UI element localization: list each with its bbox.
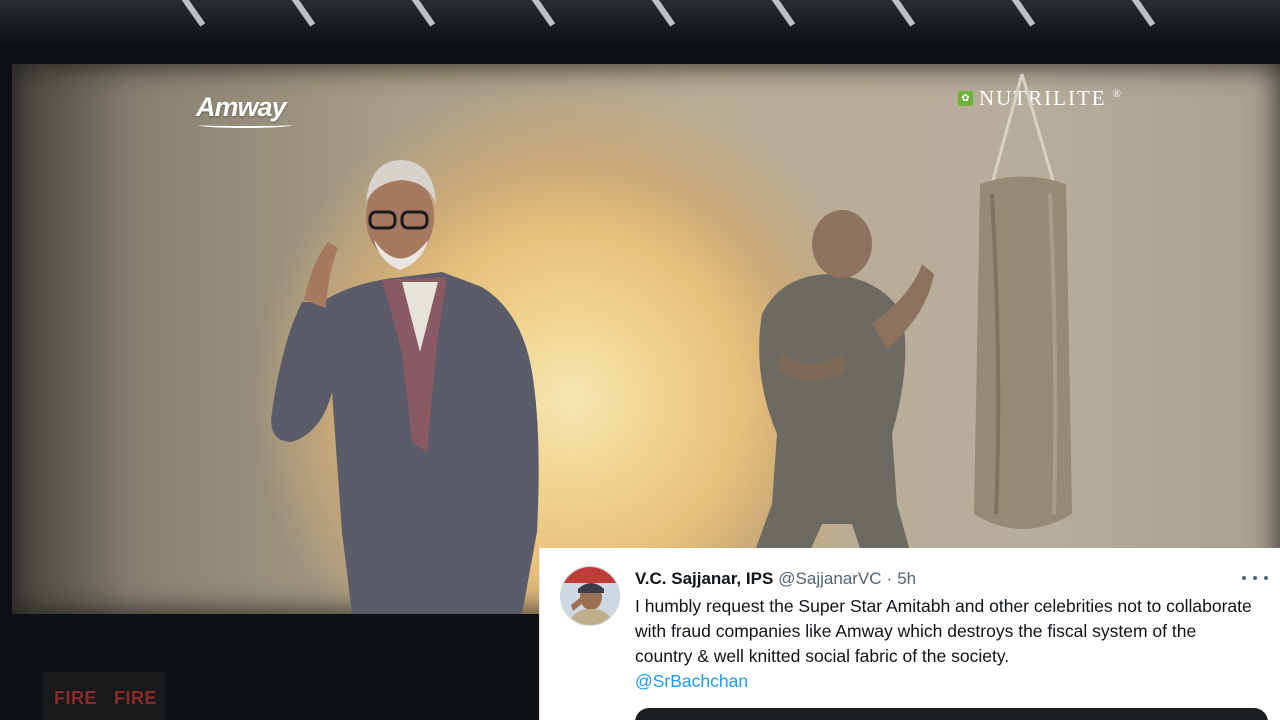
tweet-card[interactable]: V.C. Sajjanar, IPS @SajjanarVC · 5h I hu… <box>539 548 1280 720</box>
registered-mark: ® <box>1112 87 1121 100</box>
fire-sign-left: FIRE <box>54 688 98 708</box>
fire-sign-right: FIRE <box>114 688 158 708</box>
theatre-ceiling <box>0 0 1280 48</box>
more-options-icon[interactable] <box>1242 568 1268 588</box>
avatar[interactable] <box>560 566 620 626</box>
officer-avatar-image <box>561 567 619 625</box>
cinema-screen: Amway ✿ NUTRILITE ® <box>12 64 1280 614</box>
tweet-text-content: I humbly request the Super Star Amitabh … <box>635 596 1252 666</box>
media-preview[interactable] <box>635 708 1268 720</box>
screen-shadow <box>12 64 132 614</box>
mention-link[interactable]: @SrBachchan <box>635 669 1255 694</box>
display-name[interactable]: V.C. Sajjanar, IPS <box>635 569 773 589</box>
tweet-timestamp[interactable]: 5h <box>897 569 916 589</box>
separator-dot: · <box>886 569 893 588</box>
tweet-text: I humbly request the Super Star Amitabh … <box>635 594 1255 694</box>
punching-bag <box>974 74 1072 529</box>
tweet-header: V.C. Sajjanar, IPS @SajjanarVC · 5h <box>635 569 916 589</box>
user-handle[interactable]: @SajjanarVC <box>778 569 881 589</box>
man-in-suit-figure <box>271 160 539 614</box>
